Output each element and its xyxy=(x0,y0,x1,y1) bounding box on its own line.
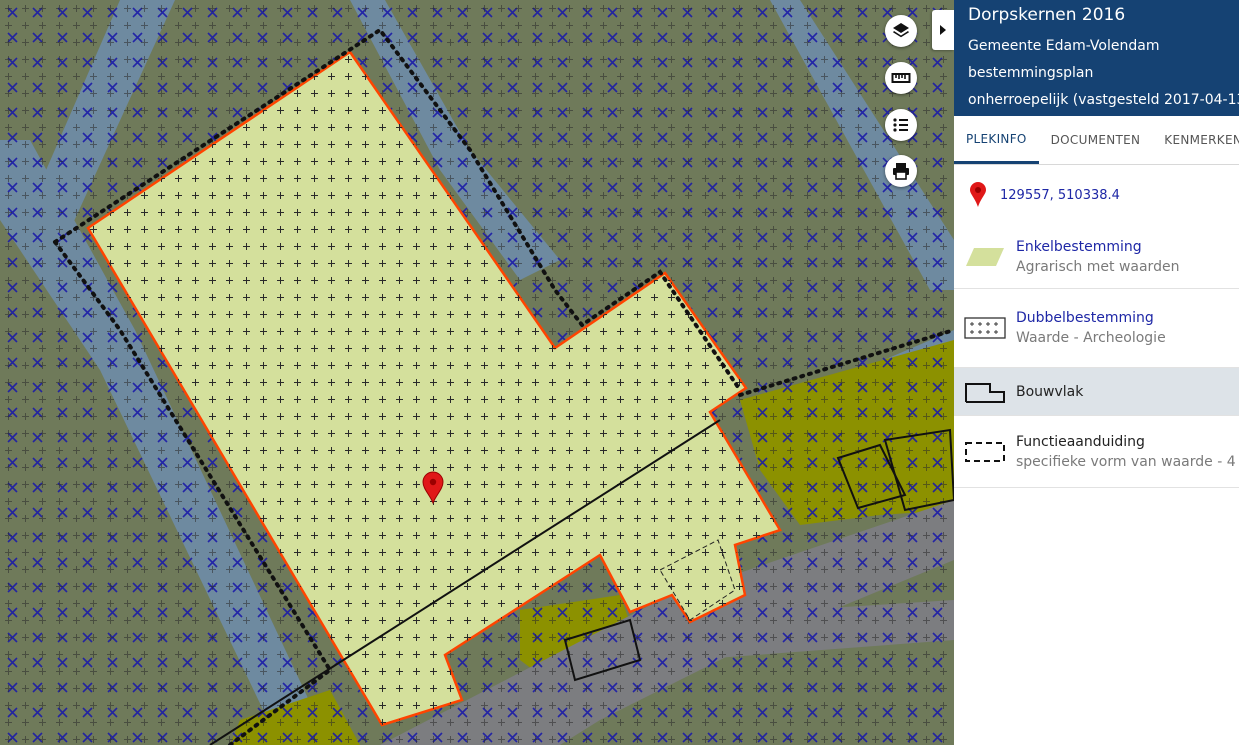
plan-header: Dorpskernen 2016 Gemeente Edam-Volendam … xyxy=(954,0,1239,116)
legend-heading[interactable]: Enkelbestemming xyxy=(1016,237,1179,257)
legend-item-enkelbestemming[interactable]: Enkelbestemming Agrarisch met waarden xyxy=(954,225,1239,289)
plan-municipality: Gemeente Edam-Volendam xyxy=(968,38,1160,54)
tab-documenten[interactable]: DOCUMENTEN xyxy=(1039,116,1153,164)
layers-button[interactable] xyxy=(885,15,917,47)
ruler-icon xyxy=(891,73,911,83)
collapse-panel-button[interactable] xyxy=(932,10,954,50)
plan-type: bestemmingsplan xyxy=(968,65,1094,81)
legend-detail: Waarde - Archeologie xyxy=(1016,330,1166,346)
legend-button[interactable] xyxy=(885,109,917,141)
printer-icon xyxy=(893,163,909,180)
legend-heading[interactable]: Dubbelbestemming xyxy=(1016,308,1166,328)
measure-button[interactable] xyxy=(885,62,917,94)
tab-plekinfo[interactable]: PLEKINFO xyxy=(954,116,1039,164)
chevron-right-icon xyxy=(940,25,946,35)
building-plane-icon xyxy=(965,382,1005,403)
plan-status: onherroepelijk (vastgesteld 2017-04-13) xyxy=(968,92,1239,108)
list-icon xyxy=(893,118,908,132)
map-viewport[interactable] xyxy=(0,0,954,745)
cross-pattern-icon xyxy=(964,317,1006,339)
legend-heading: Bouwvlak xyxy=(1016,383,1084,400)
legend-detail: Agrarisch met waarden xyxy=(1016,258,1180,275)
info-panel: Dorpskernen 2016 Gemeente Edam-Volendam … xyxy=(954,0,1239,745)
zoning-map[interactable] xyxy=(0,0,954,745)
location-row: 129557, 510338.4 xyxy=(954,173,1239,217)
coordinates-link[interactable]: 129557, 510338.4 xyxy=(1000,188,1120,203)
plan-title: Dorpskernen 2016 xyxy=(968,5,1126,25)
tab-kenmerken[interactable]: KENMERKEN xyxy=(1152,116,1239,164)
legend-item-bouwvlak[interactable]: Bouwvlak xyxy=(954,368,1239,416)
map-pin-icon xyxy=(970,182,986,207)
legend-heading: Functieaanduiding xyxy=(1016,433,1145,450)
tab-bar: PLEKINFO DOCUMENTEN KENMERKEN xyxy=(954,116,1239,165)
legend-item-functieaanduiding[interactable]: Functieaanduiding specifieke vorm van wa… xyxy=(954,416,1239,488)
legend-item-dubbelbestemming[interactable]: Dubbelbestemming Waarde - Archeologie xyxy=(954,289,1239,368)
layers-icon xyxy=(893,23,909,38)
print-button[interactable] xyxy=(885,155,917,187)
area-swatch-icon xyxy=(966,247,1004,266)
dashed-box-icon xyxy=(965,441,1005,462)
legend-detail: specifieke vorm van waarde - 4 xyxy=(1016,453,1236,470)
